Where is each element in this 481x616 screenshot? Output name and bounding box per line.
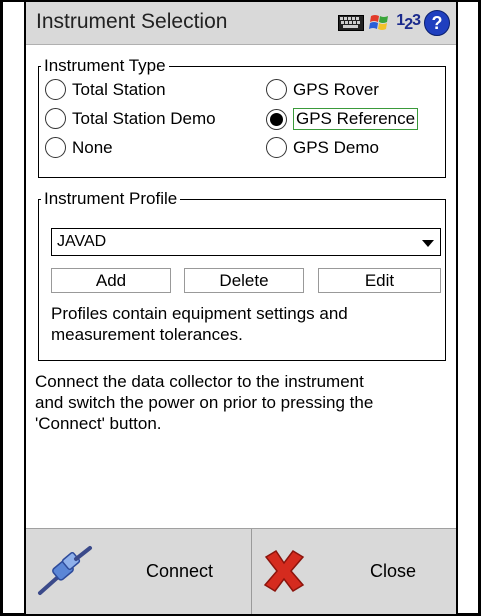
input-mode-digit-tail: 3 — [412, 11, 421, 29]
system-tray: 123 ? — [338, 10, 450, 36]
windows-start-icon[interactable] — [368, 11, 392, 35]
radio-label: GPS Demo — [293, 137, 379, 157]
instrument-profile-group: Instrument Profile JAVAD Add Delete Edit… — [38, 189, 446, 361]
radio-label: None — [72, 137, 113, 157]
help-icon[interactable]: ? — [424, 10, 450, 36]
input-mode-subscript: 2 — [404, 16, 413, 34]
profile-note-line: Profiles contain equipment settings and — [51, 304, 348, 323]
radio-circle — [45, 137, 66, 158]
radio-circle — [45, 108, 66, 129]
radio-none[interactable]: None — [45, 137, 113, 158]
radio-total-station-demo[interactable]: Total Station Demo — [45, 108, 216, 129]
close-label: Close — [370, 561, 417, 581]
radio-gps-rover[interactable]: GPS Rover — [266, 79, 379, 100]
title-bar: Instrument Selection 123 ? — [26, 2, 456, 45]
radio-total-station[interactable]: Total Station — [45, 79, 166, 100]
edit-button[interactable]: Edit — [318, 268, 441, 293]
profile-note-line: measurement tolerances. — [51, 325, 243, 344]
radio-circle — [266, 79, 287, 100]
connector-icon — [38, 546, 92, 595]
close-button[interactable]: Close — [252, 529, 456, 614]
radio-label: Total Station — [72, 79, 166, 99]
profile-dropdown[interactable]: JAVAD — [51, 228, 441, 256]
app-screen: Instrument Selection 123 ? Instrument Ty — [24, 2, 458, 614]
keyboard-icon[interactable] — [338, 15, 365, 31]
radio-label: Total Station Demo — [72, 108, 216, 128]
instrument-profile-legend: Instrument Profile — [41, 189, 181, 209]
profile-dropdown-value: JAVAD — [57, 233, 107, 250]
instruction-line: Connect the data collector to the instru… — [35, 372, 364, 391]
instruction-line: 'Connect' button. — [35, 414, 162, 433]
connect-label: Connect — [146, 561, 214, 581]
window-title: Instrument Selection — [36, 10, 228, 33]
close-icon — [263, 549, 305, 592]
connect-button[interactable]: Connect — [26, 529, 251, 614]
radio-circle-selected — [266, 108, 287, 130]
radio-gps-demo[interactable]: GPS Demo — [266, 137, 379, 158]
profile-note: Profiles contain equipment settings and … — [51, 303, 348, 345]
connect-instructions: Connect the data collector to the instru… — [35, 371, 373, 434]
instrument-type-legend: Instrument Type — [41, 56, 169, 76]
radio-label: GPS Rover — [293, 79, 379, 99]
chevron-down-icon — [422, 240, 434, 247]
instruction-line: and switch the power on prior to pressin… — [35, 393, 374, 412]
radio-gps-reference[interactable]: GPS Reference — [266, 108, 419, 130]
input-mode-indicator[interactable]: 123 — [396, 11, 421, 34]
radio-label: GPS Reference — [293, 108, 419, 130]
delete-button[interactable]: Delete — [184, 268, 304, 293]
bottom-command-bar: Connect Close — [26, 528, 456, 614]
add-button[interactable]: Add — [51, 268, 171, 293]
instrument-type-group: Instrument Type Total Station Total Stat… — [38, 56, 446, 178]
radio-circle — [45, 79, 66, 100]
input-mode-digit: 1 — [396, 11, 405, 29]
radio-circle — [266, 137, 287, 158]
